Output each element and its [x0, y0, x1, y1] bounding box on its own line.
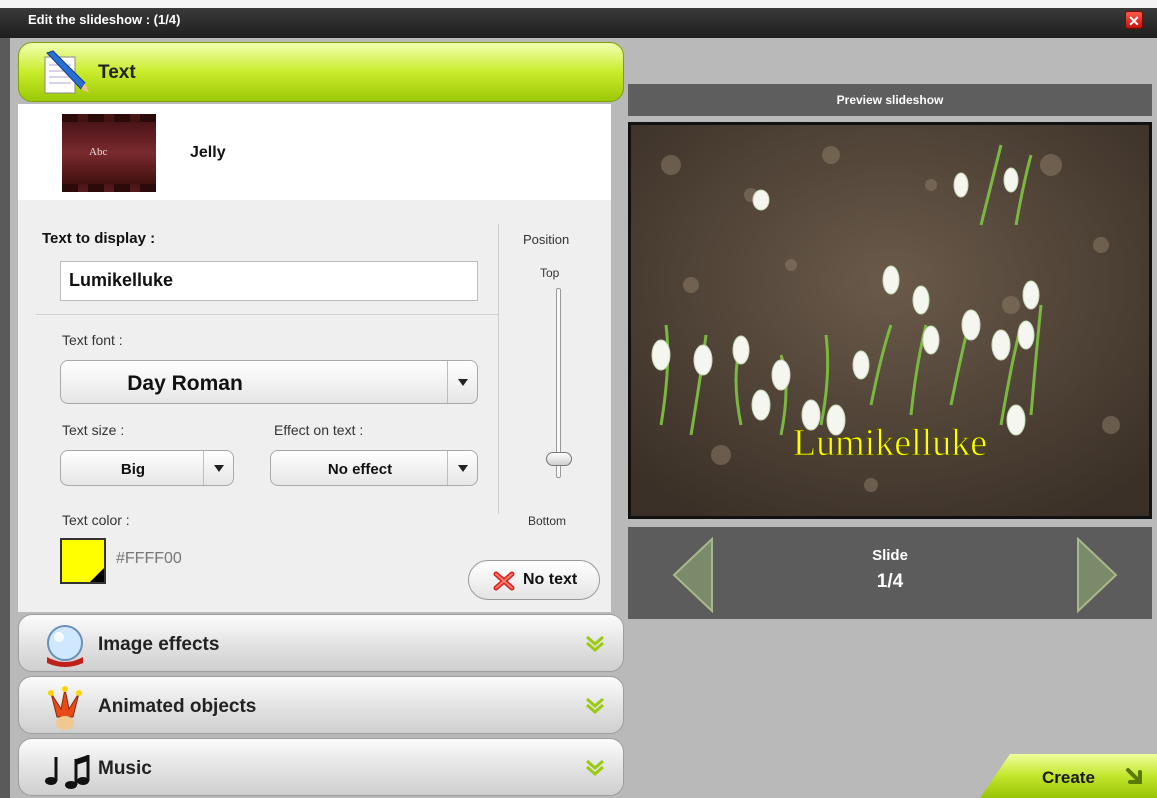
section-image-effects-header[interactable]: Image effects	[18, 614, 624, 672]
chevron-down-icon	[586, 635, 604, 652]
text-display-label: Text to display :	[42, 230, 156, 247]
chevron-down-icon	[586, 697, 604, 714]
divider	[498, 224, 499, 514]
pencil-paper-icon	[44, 50, 89, 94]
section-animated-objects-header[interactable]: Animated objects	[18, 676, 624, 734]
settings-panel: Text Abc Jelly Text to display : Lumikel…	[18, 42, 624, 798]
chevron-down-icon	[586, 759, 604, 776]
text-size-label: Text size :	[62, 422, 125, 438]
jester-icon	[48, 686, 82, 730]
theme-thumbnail-text: Abc	[89, 146, 108, 158]
next-slide-button[interactable]	[1072, 535, 1122, 615]
window-titlebar: Edit the slideshow : (1/4) ✕	[0, 0, 1157, 38]
text-theme-row[interactable]: Abc Jelly	[18, 104, 611, 200]
theme-name: Jelly	[190, 144, 226, 161]
chevron-down-icon	[447, 451, 477, 485]
close-button[interactable]: ✕	[1125, 11, 1143, 29]
text-color-swatch[interactable]	[60, 538, 106, 584]
text-font-value: Day Roman	[127, 372, 243, 395]
red-x-icon	[493, 571, 515, 591]
text-settings: Abc Jelly Text to display : Lumikelluke …	[18, 104, 611, 612]
arrow-down-right-icon	[1126, 768, 1142, 784]
text-size-select[interactable]: Big	[60, 450, 234, 486]
slide-photo: Lumikelluke	[631, 125, 1149, 516]
text-font-select[interactable]: Day Roman	[60, 360, 478, 404]
text-color-label: Text color :	[62, 512, 130, 528]
window-title: Edit the slideshow : (1/4)	[28, 12, 181, 27]
preview-header: Preview slideshow	[628, 84, 1152, 116]
position-label: Position	[523, 232, 570, 247]
section-music-header[interactable]: Music	[18, 738, 624, 796]
text-color-value: #FFFF00	[116, 550, 182, 567]
section-image-effects-label: Image effects	[98, 634, 220, 655]
slide-overlay-text: Lumikelluke	[793, 422, 987, 464]
chevron-down-icon	[447, 361, 477, 403]
text-font-label: Text font :	[62, 332, 123, 348]
text-effect-value: No effect	[327, 461, 393, 478]
section-animated-objects-label: Animated objects	[98, 696, 257, 717]
text-effect-label: Effect on text :	[274, 422, 364, 438]
theme-thumbnail[interactable]: Abc	[62, 114, 156, 192]
no-text-label: No text	[523, 571, 578, 588]
create-button[interactable]: Create	[980, 754, 1157, 798]
slide-navigator: Slide 1/4	[628, 527, 1152, 619]
slide-preview: Lumikelluke	[628, 122, 1152, 519]
position-top-label: Top	[540, 266, 560, 280]
create-label: Create	[1042, 768, 1095, 787]
position-bottom-label: Bottom	[528, 514, 567, 528]
text-size-value: Big	[120, 461, 146, 478]
text-display-input[interactable]: Lumikelluke	[60, 261, 478, 301]
divider	[36, 314, 498, 315]
music-notes-icon	[45, 755, 90, 789]
text-effect-select[interactable]: No effect	[270, 450, 478, 486]
section-music-label: Music	[98, 758, 152, 779]
no-text-button[interactable]: No text	[468, 560, 600, 600]
position-slider[interactable]	[556, 288, 561, 478]
section-text-header[interactable]: Text	[18, 42, 624, 102]
chevron-down-icon	[203, 451, 233, 485]
section-text-label: Text	[98, 62, 136, 83]
snow-globe-icon	[47, 625, 83, 667]
position-slider-handle[interactable]	[546, 451, 572, 466]
editor-main: Text Abc Jelly Text to display : Lumikel…	[10, 38, 1157, 798]
